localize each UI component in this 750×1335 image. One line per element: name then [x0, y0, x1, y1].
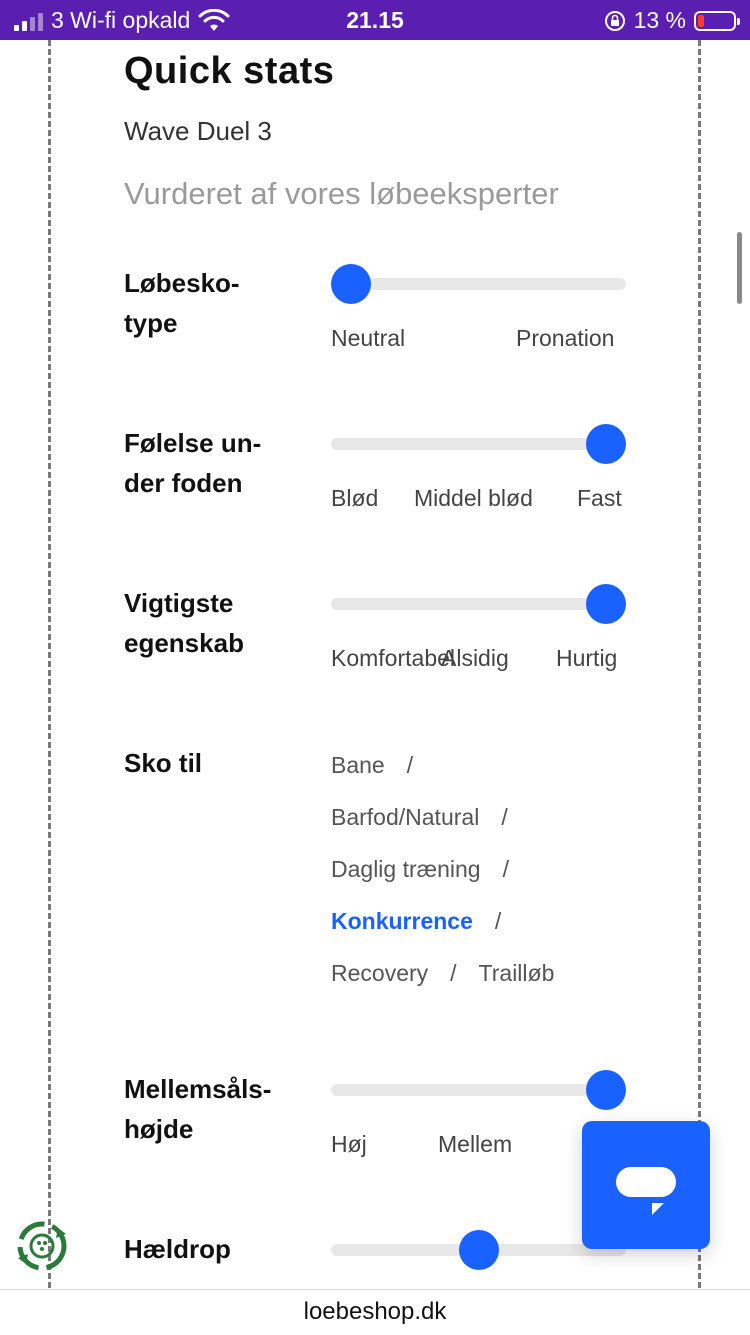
option-pronation: Pronation [516, 325, 615, 351]
shoe-for-line-3: Daglig træning / [331, 856, 509, 883]
slider-thumb[interactable] [586, 424, 626, 464]
stat-label-shoe-for: Sko til [124, 748, 203, 778]
status-bar: 3 Wi-fi opkald 21.15 13 % [0, 0, 750, 40]
recycle-icon[interactable] [14, 1218, 70, 1274]
separator: / [501, 804, 508, 830]
shoe-for-konkurrence: Konkurrence [331, 908, 473, 934]
stat-label-property: Vigtigste egenskab [124, 583, 294, 663]
shoe-for-line-2: Barfod/Natural / [331, 804, 508, 831]
slider-feel[interactable] [331, 424, 626, 464]
stat-label-text: Vigtigste egenskab [124, 588, 244, 658]
slider-property[interactable] [331, 584, 626, 624]
option-hoj: Høj [331, 1131, 367, 1157]
option-middel-blod: Middel blød [414, 485, 533, 511]
shoe-for-line-5: Recovery / Trailløb [331, 960, 554, 987]
slider-heel-drop[interactable] [331, 1230, 626, 1270]
shoe-for-recovery: Recovery [331, 960, 429, 986]
separator: / [502, 856, 509, 882]
stat-label-text: Løbesko- type [124, 268, 240, 338]
chat-button[interactable] [582, 1121, 710, 1249]
slider-midsole[interactable] [331, 1070, 626, 1110]
stat-label-text: Mellemsåls- højde [124, 1074, 272, 1144]
right-dashed-border [698, 40, 701, 1288]
option-hurtig: Hurtig [556, 645, 618, 671]
option-komfortabel: Komfortabel [331, 645, 456, 671]
stat-label-heel-drop: Hældrop [124, 1229, 294, 1269]
stat-label-midsole: Mellemsåls- højde [124, 1069, 294, 1149]
slider-thumb[interactable] [459, 1230, 499, 1270]
page-title: Quick stats [124, 50, 335, 92]
separator: / [494, 908, 502, 934]
slider-thumb[interactable] [586, 584, 626, 624]
separator: / [406, 752, 414, 778]
slider-shoe-type[interactable] [331, 264, 626, 304]
option-neutral: Neutral [331, 325, 406, 351]
option-blod: Blød [331, 485, 379, 511]
separator: / [450, 960, 457, 986]
scrollbar[interactable] [737, 232, 742, 304]
battery-icon [694, 10, 740, 31]
tagline: Vurderet af vores løbeeksperter [124, 176, 559, 211]
shoe-for-traillob: Trailløb [478, 960, 555, 986]
option-mellem: Mellem [438, 1131, 513, 1157]
shoe-for-line-4: Konkurrence / [331, 908, 501, 935]
option-alsidig: Alsidig [441, 645, 509, 671]
browser-bottom-bar: loebeshop.dk [0, 1289, 750, 1335]
status-right: 13 % [604, 7, 740, 34]
stat-label-text: Hældrop [124, 1234, 231, 1264]
orientation-lock-icon [604, 10, 625, 31]
stat-label-shoe-type: Løbesko- type [124, 263, 294, 343]
stat-label-feel: Følelse un- der foden [124, 423, 294, 503]
product-name: Wave Duel 3 [124, 116, 272, 146]
shoe-for-daglig: Daglig træning [331, 856, 481, 882]
shoe-for-barfod: Barfod/Natural [331, 804, 480, 830]
left-dashed-border [48, 40, 51, 1288]
shoe-for-bane: Bane [331, 752, 385, 778]
shoe-for-line-1: Bane / [331, 752, 413, 779]
stat-label-text: Følelse un- der foden [124, 428, 262, 498]
slider-thumb[interactable] [586, 1070, 626, 1110]
url-label[interactable]: loebeshop.dk [0, 1298, 750, 1326]
battery-label: 13 % [633, 7, 686, 33]
option-fast: Fast [577, 485, 622, 511]
slider-thumb[interactable] [331, 264, 371, 304]
